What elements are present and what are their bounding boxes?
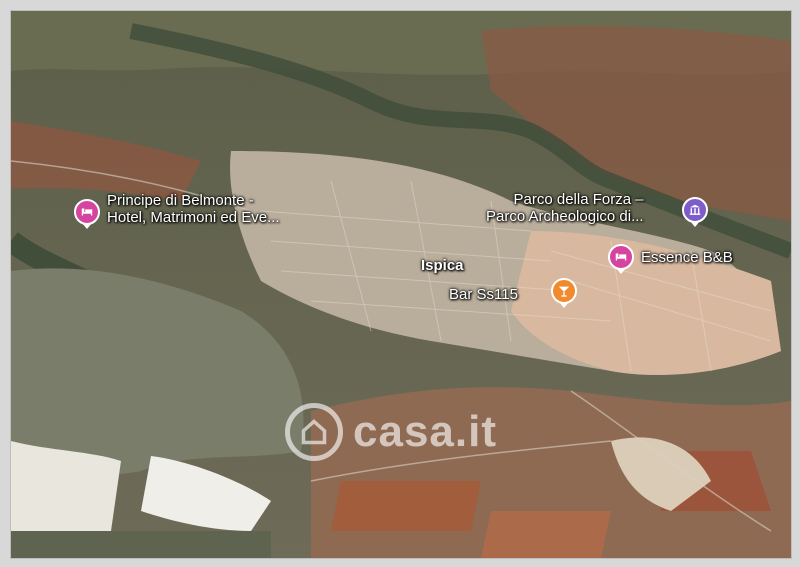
house-logo-icon bbox=[285, 403, 343, 461]
museum-pin-parco[interactable] bbox=[682, 197, 708, 227]
casa-it-watermark: casa.it bbox=[285, 403, 497, 461]
hotel-bed-icon bbox=[615, 253, 627, 261]
cocktail-icon bbox=[558, 286, 570, 297]
poi-label-bar[interactable]: Bar Ss115 bbox=[449, 286, 518, 303]
hotel-pin-essence[interactable] bbox=[608, 244, 634, 274]
poi-label-parco[interactable]: Parco della Forza – Parco Archeologico d… bbox=[486, 191, 644, 225]
poi-label-principe[interactable]: Principe di Belmonte - Hotel, Matrimoni … bbox=[107, 192, 280, 226]
satellite-terrain[interactable] bbox=[11, 11, 791, 558]
hotel-bed-icon bbox=[81, 208, 93, 216]
town-label: Ispica bbox=[421, 257, 464, 274]
poi-label-essence[interactable]: Essence B&B bbox=[641, 249, 733, 266]
hotel-pin-principe[interactable] bbox=[74, 199, 100, 229]
museum-icon bbox=[689, 204, 701, 215]
bar-pin-ss115[interactable] bbox=[551, 278, 577, 308]
watermark-text: casa.it bbox=[353, 407, 497, 456]
map-frame[interactable]: Principe di Belmonte - Hotel, Matrimoni … bbox=[10, 10, 792, 559]
